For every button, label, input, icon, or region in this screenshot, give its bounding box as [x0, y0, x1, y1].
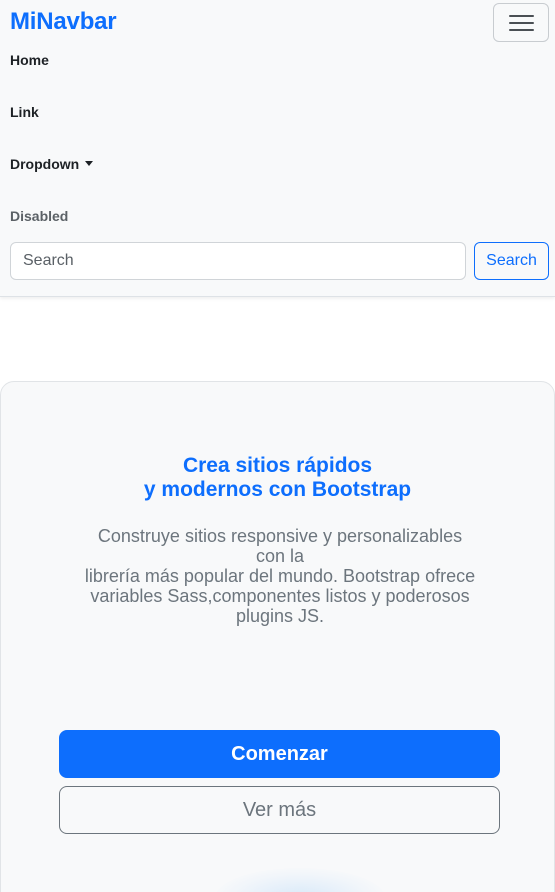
nav-link-dropdown-label: Dropdown	[10, 156, 80, 172]
search-button[interactable]: Search	[474, 242, 549, 280]
caret-down-icon	[85, 161, 94, 166]
navbar-brand[interactable]: MiNavbar	[10, 8, 117, 36]
hero-title-line1: Crea sitios rápidos	[182, 454, 373, 477]
hero-lead-line: Construye sitios responsive y personaliz…	[97, 526, 463, 546]
nav-link-link[interactable]: Link	[10, 104, 39, 120]
navbar: MiNavbar Home Link Dropdown Disabled Sea…	[0, 0, 555, 297]
hero-title-line2: y modernos con Bootstrap	[143, 478, 412, 501]
nav-link-disabled: Disabled	[10, 208, 69, 224]
navbar-toggler-button[interactable]	[493, 3, 549, 42]
ver-mas-button[interactable]: Ver más	[59, 786, 500, 834]
nav-link-dropdown[interactable]: Dropdown	[10, 156, 94, 172]
hero-title: Crea sitios rápidos y modernos con Boots…	[0, 454, 555, 502]
hero-lead-line: plugins JS.	[235, 606, 325, 626]
comenzar-button[interactable]: Comenzar	[59, 730, 500, 778]
nav-link-home[interactable]: Home	[10, 52, 49, 68]
hero-lead-text: Construye sitios responsive y personaliz…	[50, 526, 510, 626]
hamburger-icon	[509, 15, 534, 32]
hero-lead-line: con la	[255, 546, 305, 566]
hero-lead-line: variables Sass,componentes listos y pode…	[90, 586, 470, 606]
hero-lead-line: librería más popular del mundo. Bootstra…	[84, 566, 476, 586]
search-input[interactable]	[10, 242, 466, 280]
